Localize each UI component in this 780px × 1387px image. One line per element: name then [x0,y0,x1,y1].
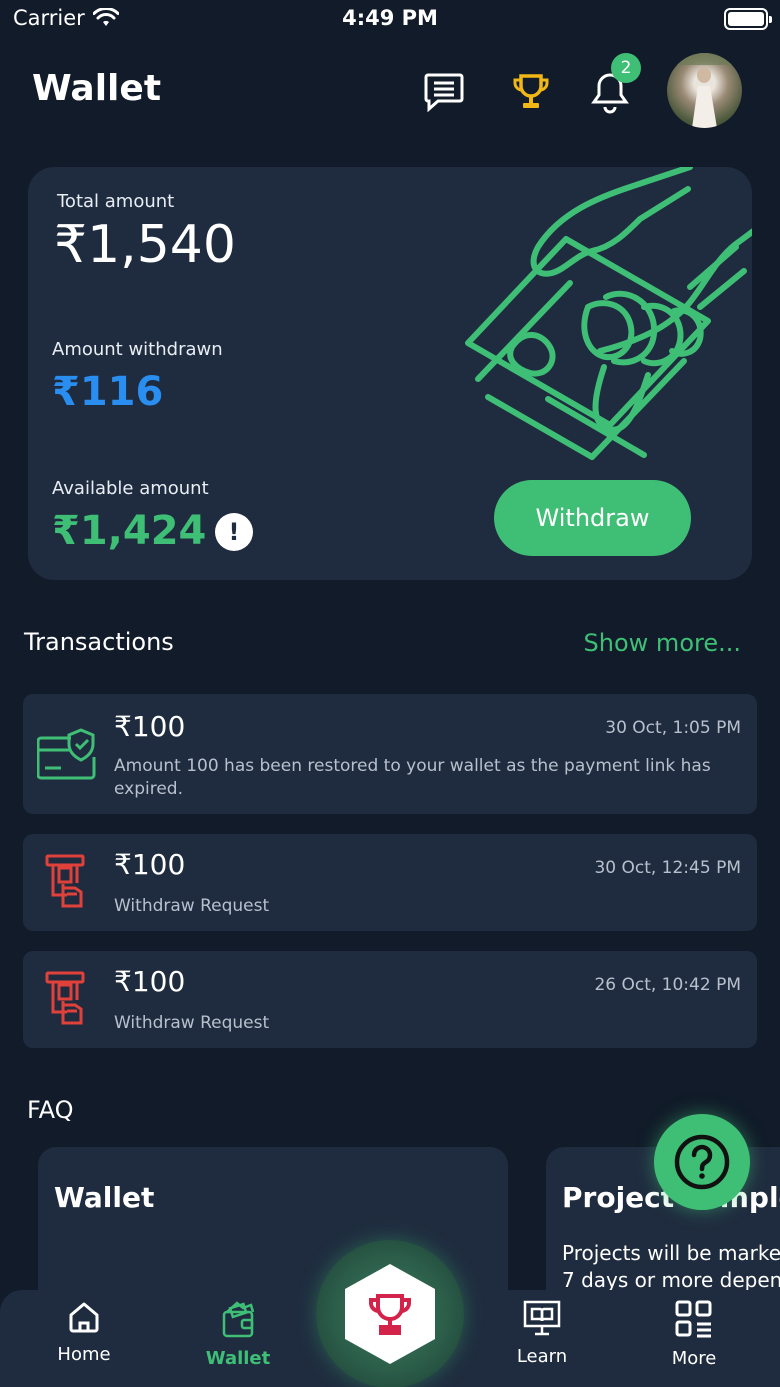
contest-button[interactable] [343,1262,437,1366]
faq-card-title: Wallet [54,1181,155,1214]
page-title: Wallet [32,68,162,109]
withdrawn-label: Amount withdrawn [52,339,223,360]
total-amount-value: ₹1,540 [54,215,236,275]
transaction-amount: ₹100 [114,848,186,881]
battery-icon [724,8,772,30]
nav-more-label: More [671,1348,717,1369]
chat-icon[interactable] [422,70,466,114]
avatar[interactable] [667,53,742,128]
transaction-description: Withdraw Request [114,896,270,916]
available-label: Available amount [52,478,209,499]
nav-learn[interactable]: Learn [487,1300,597,1367]
status-bar: Carrier 4:49 PM [0,0,780,40]
question-icon [674,1134,730,1190]
transaction-date: 30 Oct, 12:45 PM [594,858,741,878]
card-check-icon [37,728,96,780]
nav-more[interactable]: More [639,1300,749,1369]
wallet-summary-card: Total amount ₹1,540 Amount withdrawn ₹11… [28,167,752,580]
atm-withdraw-icon [45,971,85,1025]
grid-icon [675,1300,712,1338]
notification-badge: 2 [611,53,641,83]
withdraw-button[interactable]: Withdraw [494,480,691,556]
transaction-description: Withdraw Request [114,1013,270,1033]
transaction-amount: ₹100 [114,710,186,743]
help-button[interactable] [654,1114,750,1210]
nav-learn-label: Learn [516,1346,568,1367]
nav-home-label: Home [57,1344,111,1365]
clock: 4:49 PM [342,6,438,30]
show-more-link[interactable]: Show more... [584,629,741,657]
available-value: ₹1,424 [52,508,207,554]
withdrawn-value: ₹116 [52,369,164,415]
info-icon[interactable]: ! [215,513,253,551]
learn-icon [523,1300,561,1336]
nav-wallet[interactable]: Wallet [183,1300,293,1369]
transaction-row[interactable]: ₹100 26 Oct, 10:42 PM Withdraw Request [23,951,757,1048]
transaction-date: 30 Oct, 1:05 PM [605,718,741,738]
transaction-date: 26 Oct, 10:42 PM [594,975,741,995]
faq-title: FAQ [27,1096,74,1124]
atm-withdraw-icon [45,854,85,908]
trophy-icon[interactable] [509,70,553,114]
transactions-title: Transactions [24,628,174,656]
transaction-description: Amount 100 has been restored to your wal… [114,756,711,799]
home-icon [69,1302,99,1333]
nav-wallet-label: Wallet [205,1348,271,1369]
transaction-row[interactable]: ₹100 30 Oct, 1:05 PM Amount 100 has been… [23,694,757,814]
wallet-icon [222,1301,255,1338]
hand-with-money-icon [465,167,752,460]
faq-card-text: Projects will be marked [562,1241,780,1265]
wallet-screen: Carrier 4:49 PM Wallet 2 Total amount ₹1… [0,0,780,1387]
transaction-row[interactable]: ₹100 30 Oct, 12:45 PM Withdraw Request [23,834,757,931]
nav-home[interactable]: Home [29,1300,139,1365]
transaction-amount: ₹100 [114,965,186,998]
total-amount-label: Total amount [57,191,175,212]
